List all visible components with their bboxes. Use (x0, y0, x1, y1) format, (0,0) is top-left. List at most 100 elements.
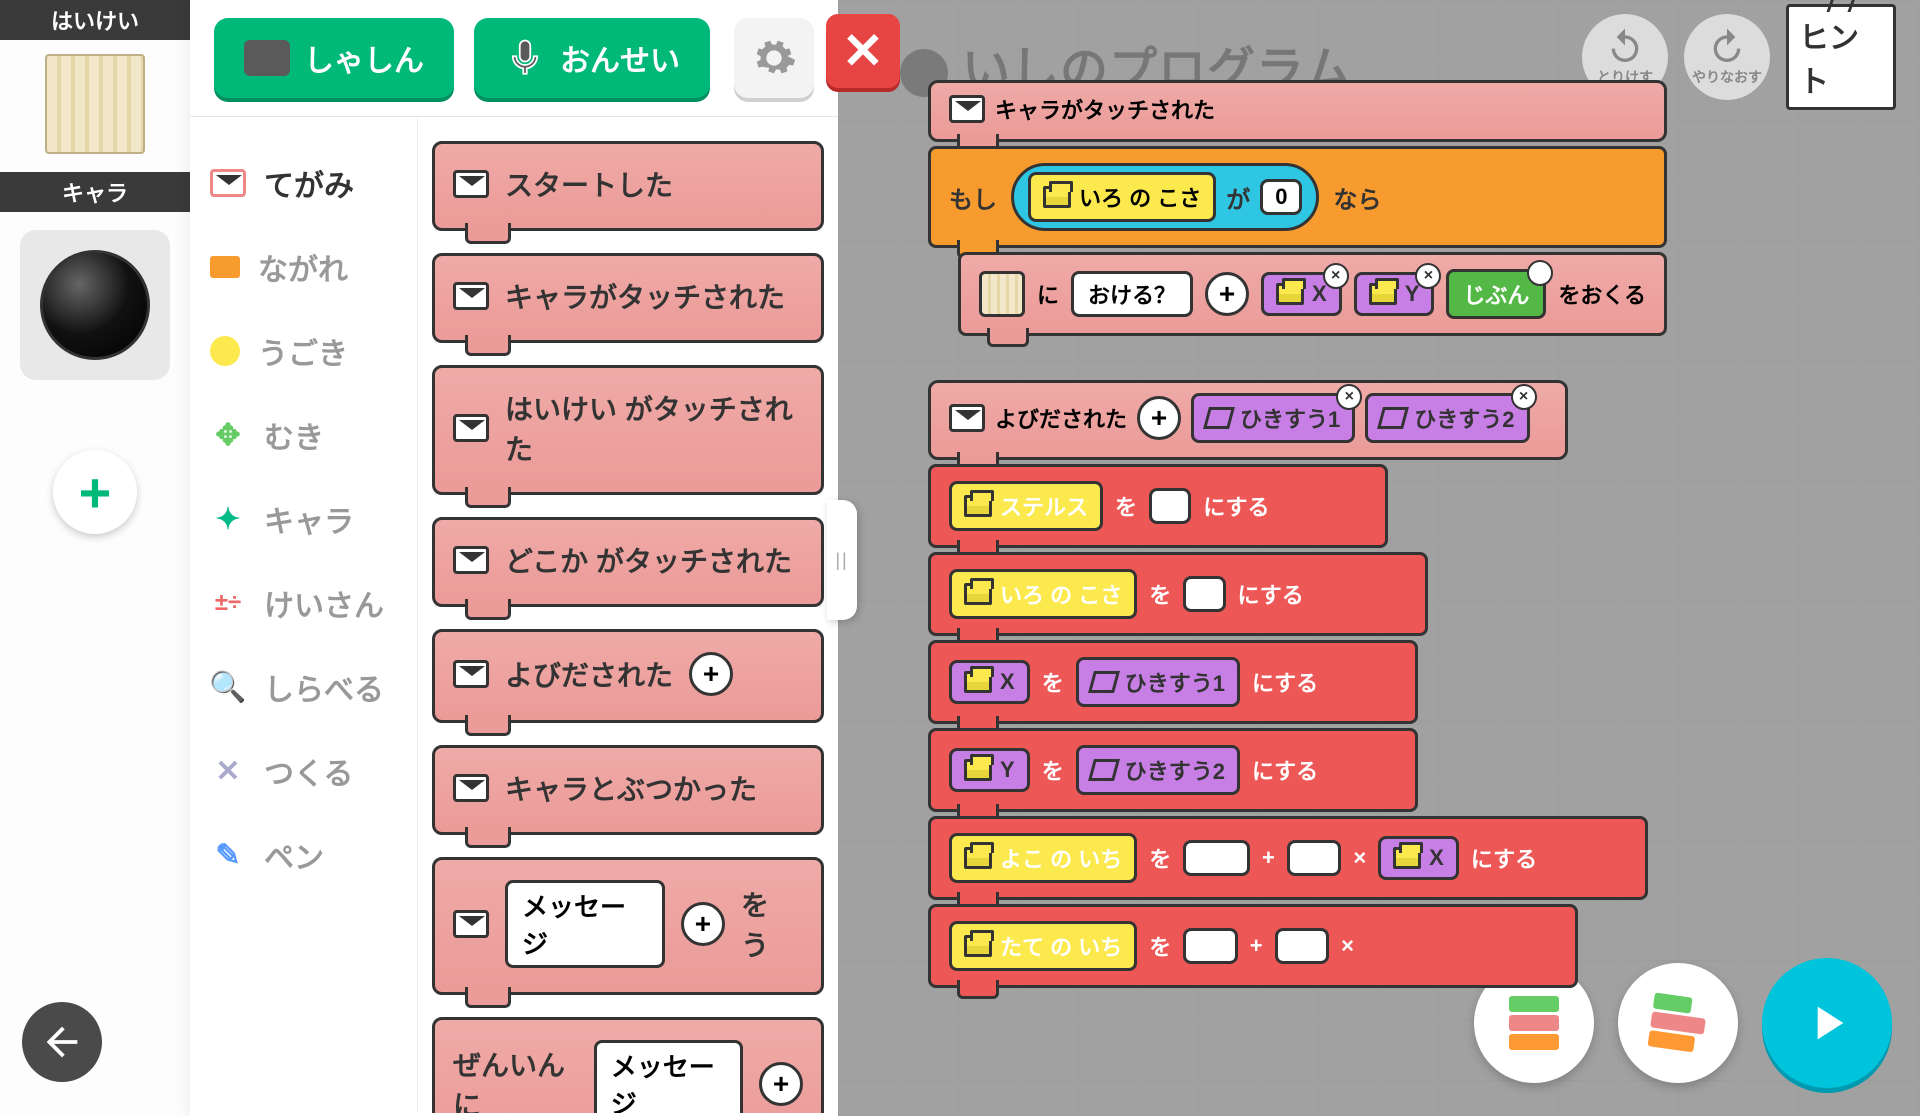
block-send-message[interactable]: メッセージ + を う (432, 857, 824, 995)
set-y-block[interactable]: Y を ひきすう2 にする (928, 728, 1418, 812)
set-x-block[interactable]: X を ひきすう1 にする (928, 640, 1418, 724)
var-y[interactable]: Y (949, 748, 1030, 792)
photo-button-label: しゃしん (304, 36, 424, 80)
panel-drag-handle[interactable] (827, 500, 857, 620)
plus-icon[interactable]: + (759, 1062, 803, 1106)
block-label: キャラとぶつかった (505, 768, 757, 808)
mail-icon (453, 910, 489, 938)
num-field[interactable]: 60 (1275, 928, 1329, 964)
remove-icon[interactable]: × (1415, 263, 1441, 289)
remove-icon[interactable]: × (1511, 384, 1537, 410)
param-icon (1088, 671, 1120, 693)
category-label: ながれ (258, 245, 348, 289)
box-icon (1369, 283, 1397, 305)
category-keisan[interactable]: ±÷けいさん (190, 561, 417, 645)
self-pill[interactable]: じぶん× (1446, 269, 1546, 319)
hint-button[interactable]: ヒント (1786, 14, 1896, 100)
message-field[interactable]: メッセージ (505, 880, 665, 968)
category-label: むき (264, 413, 324, 457)
close-panel-button[interactable]: ✕ (826, 14, 900, 88)
category-label: しらべる (264, 665, 384, 709)
photo-button[interactable]: しゃしん (214, 18, 454, 98)
back-button[interactable] (22, 1002, 102, 1082)
arg2-pill[interactable]: ひきすう2× (1365, 393, 1529, 443)
remove-icon[interactable]: × (1336, 384, 1362, 410)
num-field[interactable]: 0 (1183, 576, 1225, 612)
motion-icon (210, 336, 240, 366)
script-1[interactable]: キャラがタッチされた もし いろ の こさ が 0 なら に おける？ + X×… (928, 80, 1667, 336)
script-2[interactable]: よびだされた + ひきすう1× ひきすう2× ステルス を1にする いろ の こ… (928, 380, 1648, 988)
category-tegami[interactable]: てがみ (190, 141, 417, 225)
category-chara[interactable]: ✦キャラ (190, 477, 417, 561)
num-field[interactable]: 190 (1183, 840, 1250, 876)
box-icon (964, 671, 992, 693)
chara-label: キャラ (0, 172, 190, 212)
set-tate-block[interactable]: たて の いち を 20 + 60 × (928, 904, 1578, 988)
tools-icon: ✕ (210, 753, 246, 789)
var-stealth[interactable]: ステルス (949, 481, 1103, 531)
plus-icon[interactable]: + (1205, 272, 1249, 316)
category-shiraberu[interactable]: 🔍しらべる (190, 645, 417, 729)
num-field[interactable]: 20 (1183, 928, 1237, 964)
block-collided[interactable]: キャラとぶつかった (432, 745, 824, 835)
arg1-pill[interactable]: ひきすう1× (1191, 393, 1355, 443)
hat-chara-touched[interactable]: キャラがタッチされた (928, 80, 1667, 142)
play-button[interactable] (1762, 958, 1892, 1088)
category-ugoki[interactable]: うごき (190, 309, 417, 393)
undo-icon (1605, 27, 1645, 67)
arg1-ref[interactable]: ひきすう1 (1076, 657, 1240, 707)
audio-button[interactable]: おんせい (474, 18, 710, 98)
settings-button[interactable] (734, 18, 814, 98)
block-called[interactable]: よびだされた+ (432, 629, 824, 723)
var-y[interactable]: Y× (1354, 272, 1435, 316)
var-yoko[interactable]: よこ の いち (949, 833, 1137, 883)
message-field[interactable]: メッセージ (594, 1040, 743, 1113)
category-nagare[interactable]: ながれ (190, 225, 417, 309)
block-chara-touched[interactable]: キャラがタッチされた (432, 253, 824, 343)
remove-icon[interactable]: × (1527, 260, 1553, 286)
add-character-button[interactable]: + (53, 450, 137, 534)
category-pen[interactable]: ✎ペン (190, 813, 417, 897)
box-icon (964, 759, 992, 781)
num-field[interactable]: 60 (1287, 840, 1341, 876)
var-iro[interactable]: いろ の こさ (1028, 172, 1216, 222)
category-muki[interactable]: ✥むき (190, 393, 417, 477)
category-tsukuru[interactable]: ✕つくる (190, 729, 417, 813)
workspace-canvas[interactable]: いしのプログラム とりけす やりなおす ヒント キャラがタッチされた もし いろ… (838, 0, 1920, 1116)
block-somewhere-touched[interactable]: どこか がタッチされた (432, 517, 824, 607)
send-message-block[interactable]: に おける？ + X× Y× じぶん× をおくる (958, 252, 1667, 336)
condition-pill[interactable]: いろ の こさ が 0 (1011, 163, 1319, 231)
var-x[interactable]: X (1378, 836, 1459, 880)
set-iro-block[interactable]: いろ の こさ を0にする (928, 552, 1428, 636)
var-x[interactable]: X (949, 660, 1030, 704)
arrow-left-icon (39, 1019, 85, 1065)
block-label: を う (741, 884, 803, 964)
remove-icon[interactable]: × (1323, 263, 1349, 289)
plus-icon[interactable]: + (1137, 396, 1181, 440)
block-bg-touched[interactable]: はいけい がタッチされた (432, 365, 824, 495)
hat-called[interactable]: よびだされた + ひきすう1× ひきすう2× (928, 380, 1568, 460)
target-thumb[interactable] (979, 271, 1025, 317)
background-thumb[interactable] (45, 54, 145, 154)
redo-label: やりなおす (1692, 67, 1762, 87)
block-label: ぜんいんに (453, 1044, 578, 1113)
plus-icon[interactable]: + (689, 652, 733, 696)
block-palette: スタートした キャラがタッチされた はいけい がタッチされた どこか がタッチさ… (418, 117, 838, 1113)
block-broadcast-all[interactable]: ぜんいんにメッセージ + (432, 1017, 824, 1113)
message-field[interactable]: おける？ (1071, 271, 1193, 317)
plus-icon[interactable]: + (681, 902, 725, 946)
redo-button[interactable]: やりなおす (1684, 14, 1770, 100)
math-icon: ±÷ (210, 585, 246, 621)
num-field[interactable]: 1 (1149, 488, 1191, 524)
arg2-ref[interactable]: ひきすう2 (1076, 745, 1240, 795)
var-iro[interactable]: いろ の こさ (949, 569, 1137, 619)
var-x[interactable]: X× (1261, 272, 1342, 316)
set-yoko-block[interactable]: よこ の いち を 190 + 60 × X にする (928, 816, 1648, 900)
var-tate[interactable]: たて の いち (949, 921, 1137, 971)
mail-icon (210, 165, 246, 201)
if-block[interactable]: もし いろ の こさ が 0 なら (928, 146, 1667, 248)
chara-thumb-selected[interactable] (20, 230, 170, 380)
num-field[interactable]: 0 (1260, 179, 1302, 215)
block-start[interactable]: スタートした (432, 141, 824, 231)
set-stealth-block[interactable]: ステルス を1にする (928, 464, 1388, 548)
